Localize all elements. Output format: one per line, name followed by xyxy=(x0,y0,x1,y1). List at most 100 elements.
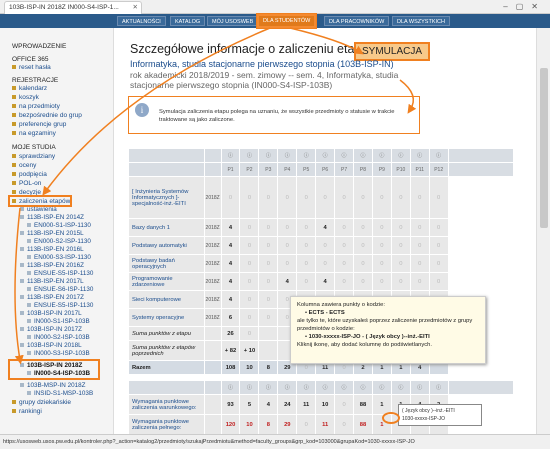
points-cell: 0 xyxy=(277,236,298,255)
column-header[interactable]: P10 xyxy=(390,162,411,177)
info-icon: i xyxy=(135,103,149,117)
column-header[interactable]: P7 xyxy=(334,162,355,177)
column-info-icon[interactable]: ⓘ xyxy=(371,380,392,395)
sidebar-subitem[interactable]: INSID-S1-MSP-103B xyxy=(20,390,93,399)
column-header[interactable]: P1 xyxy=(220,162,241,177)
row-label[interactable]: Podstawy badań operacyjnych xyxy=(128,254,205,273)
row-label[interactable]: Systemy operacyjne xyxy=(128,308,205,327)
points-cell: 0 xyxy=(258,308,279,327)
points-cell: 0 xyxy=(258,176,279,219)
points-cell: 0 xyxy=(390,272,411,291)
scrollbar-thumb[interactable] xyxy=(540,68,548,228)
header-blank xyxy=(447,148,515,163)
column-info-icon[interactable]: ⓘ xyxy=(334,380,355,395)
column-info-icon[interactable]: ⓘ xyxy=(409,380,430,395)
sidebar-item-na-egzaminy[interactable]: na egzaminy xyxy=(12,130,56,137)
column-info-icon[interactable]: ⓘ xyxy=(353,380,373,395)
sidebar-item-koszyk[interactable]: koszyk xyxy=(12,94,39,101)
points-cell: 0 xyxy=(371,272,392,291)
points-cell: 0 xyxy=(296,218,317,237)
column-info-icon[interactable]: ⓘ xyxy=(409,148,430,163)
column-header[interactable]: P2 xyxy=(239,162,260,177)
row-label[interactable]: Sieci komputerowe xyxy=(128,290,205,309)
points-cell: 10 xyxy=(239,414,260,434)
tab-dla-studentow[interactable]: DLA STUDENTÓW xyxy=(255,13,318,29)
column-tooltip: Kolumna zawiera punkty o kodzie: • ECTS … xyxy=(290,296,486,364)
column-info-icon[interactable]: ⓘ xyxy=(239,380,260,395)
column-header[interactable]: P4 xyxy=(277,162,298,177)
sidebar-item-preferencje[interactable]: preferencje grup xyxy=(12,121,66,128)
sidebar-subitem[interactable]: IN000-S3-ISP-103B xyxy=(20,350,90,359)
tab-dla-wszystkich[interactable]: DLA WSZYSTKICH xyxy=(392,16,450,26)
row-label[interactable]: Programowanie zdarzeniowe xyxy=(128,272,205,291)
sidebar-item-oceny[interactable]: oceny xyxy=(12,162,36,169)
program-link[interactable]: Informatyka, studia stacjonarne pierwsze… xyxy=(130,59,394,69)
table-row: Podstawy badań operacyjnych 2018Z 4 0 0 0 0 0 0 0… xyxy=(128,254,514,273)
sidebar-item-pol-on[interactable]: POL-on xyxy=(12,180,41,187)
column-info-icon[interactable]: ⓘ xyxy=(390,148,411,163)
sidebar-item-bezposrednie[interactable]: bezpośrednie do grup xyxy=(12,112,82,119)
column-info-icon[interactable]: ⓘ xyxy=(296,148,317,163)
column-info-icon[interactable]: ⓘ xyxy=(220,380,241,395)
column-info-icon[interactable]: ⓘ xyxy=(277,148,298,163)
points-cell: 0 xyxy=(334,236,355,255)
column-info-icon[interactable]: ⓘ xyxy=(428,148,449,163)
points-cell: 0 xyxy=(334,272,355,291)
close-tab-icon[interactable]: ✕ xyxy=(133,2,138,14)
tab-dla-pracownikow[interactable]: DLA PRACOWNIKÓW xyxy=(324,16,390,26)
column-info-icon[interactable]: ⓘ xyxy=(390,380,411,395)
column-info-icon[interactable]: ⓘ xyxy=(315,380,336,395)
vertical-scrollbar[interactable] xyxy=(536,28,550,434)
column-info-icon[interactable]: ⓘ xyxy=(315,148,336,163)
column-info-icon[interactable]: ⓘ xyxy=(334,148,355,163)
sidebar-item-kalendarz[interactable]: kalendarz xyxy=(12,85,47,92)
sidebar-item-rankingi[interactable]: rankingi xyxy=(12,408,42,415)
column-info-icon[interactable]: ⓘ xyxy=(353,148,373,163)
column-info-icon[interactable]: ⓘ xyxy=(296,380,317,395)
sidebar-item-reset-hasla[interactable]: reset hasła xyxy=(12,64,51,71)
sidebar-item-podpiecia[interactable]: podpięcia xyxy=(12,171,47,178)
points-cell: 4 xyxy=(220,236,241,255)
points-cell: 0 xyxy=(258,272,279,291)
row-label[interactable]: [ Inżynieria Systemów Informatycznych ]-… xyxy=(128,176,205,219)
browser-tab[interactable]: 103B-ISP-IN 2018Z IN000-S4-ISP-1... ✕ xyxy=(4,1,142,14)
column-header[interactable]: P3 xyxy=(258,162,279,177)
column-header[interactable]: P12 xyxy=(428,162,449,177)
sidebar-item-grupy-dziekanskie[interactable]: grupy dziekańskie xyxy=(12,399,71,406)
column-info-icon[interactable]: ⓘ xyxy=(428,380,449,395)
window-controls[interactable]: –▢✕ xyxy=(503,0,546,13)
row-label[interactable]: Podstawy automatyki xyxy=(128,236,205,255)
points-cell: 108 xyxy=(220,360,241,375)
column-info-icon[interactable]: ⓘ xyxy=(371,148,392,163)
sidebar-item-sprawdziany[interactable]: sprawdziany xyxy=(12,153,55,160)
points-cell: 0 xyxy=(296,176,317,219)
column-header[interactable]: P11 xyxy=(409,162,430,177)
sidebar-section-intro[interactable]: WPROWADZENIE xyxy=(12,43,66,50)
points-cell: 8 xyxy=(258,414,279,434)
column-header[interactable]: P6 xyxy=(315,162,336,177)
column-info-icon[interactable]: ⓘ xyxy=(277,380,298,395)
column-header[interactable]: P8 xyxy=(353,162,373,177)
column-info-icon[interactable]: ⓘ xyxy=(258,380,279,395)
column-header[interactable]: P9 xyxy=(371,162,392,177)
sidebar-item-na-przedmioty[interactable]: na przedmioty xyxy=(12,103,60,110)
column-info-icon[interactable]: ⓘ xyxy=(239,148,260,163)
points-cell: 0 xyxy=(409,254,430,273)
tab-aktualnosci[interactable]: AKTUALNOŚCI xyxy=(117,16,166,26)
row-label: Suma punktów z etapów poprzednich xyxy=(128,340,205,361)
points-cell: 0 xyxy=(334,218,355,237)
status-bar-url: https://usosweb.usos.pw.edu.pl/kontroler… xyxy=(0,434,550,449)
column-info-icon[interactable]: ⓘ xyxy=(220,148,241,163)
sidebar-section-moje-studia: MOJE STUDIA xyxy=(12,144,56,151)
tab-moj-usosweb[interactable]: MÓJ USOSWEB xyxy=(207,16,259,26)
points-cell xyxy=(258,340,279,361)
column-header[interactable]: P5 xyxy=(296,162,317,177)
row-label[interactable]: Bazy danych 1 xyxy=(128,218,205,237)
top-navigation: AKTUALNOŚCI KATALOG MÓJ USOSWEB DLA STUD… xyxy=(0,13,550,29)
points-cell: 0 xyxy=(353,254,373,273)
tab-katalog[interactable]: KATALOG xyxy=(170,16,206,26)
header-blank xyxy=(447,380,515,395)
points-cell: 0 xyxy=(334,254,355,273)
points-cell: 8 xyxy=(258,360,279,375)
column-info-icon[interactable]: ⓘ xyxy=(258,148,279,163)
